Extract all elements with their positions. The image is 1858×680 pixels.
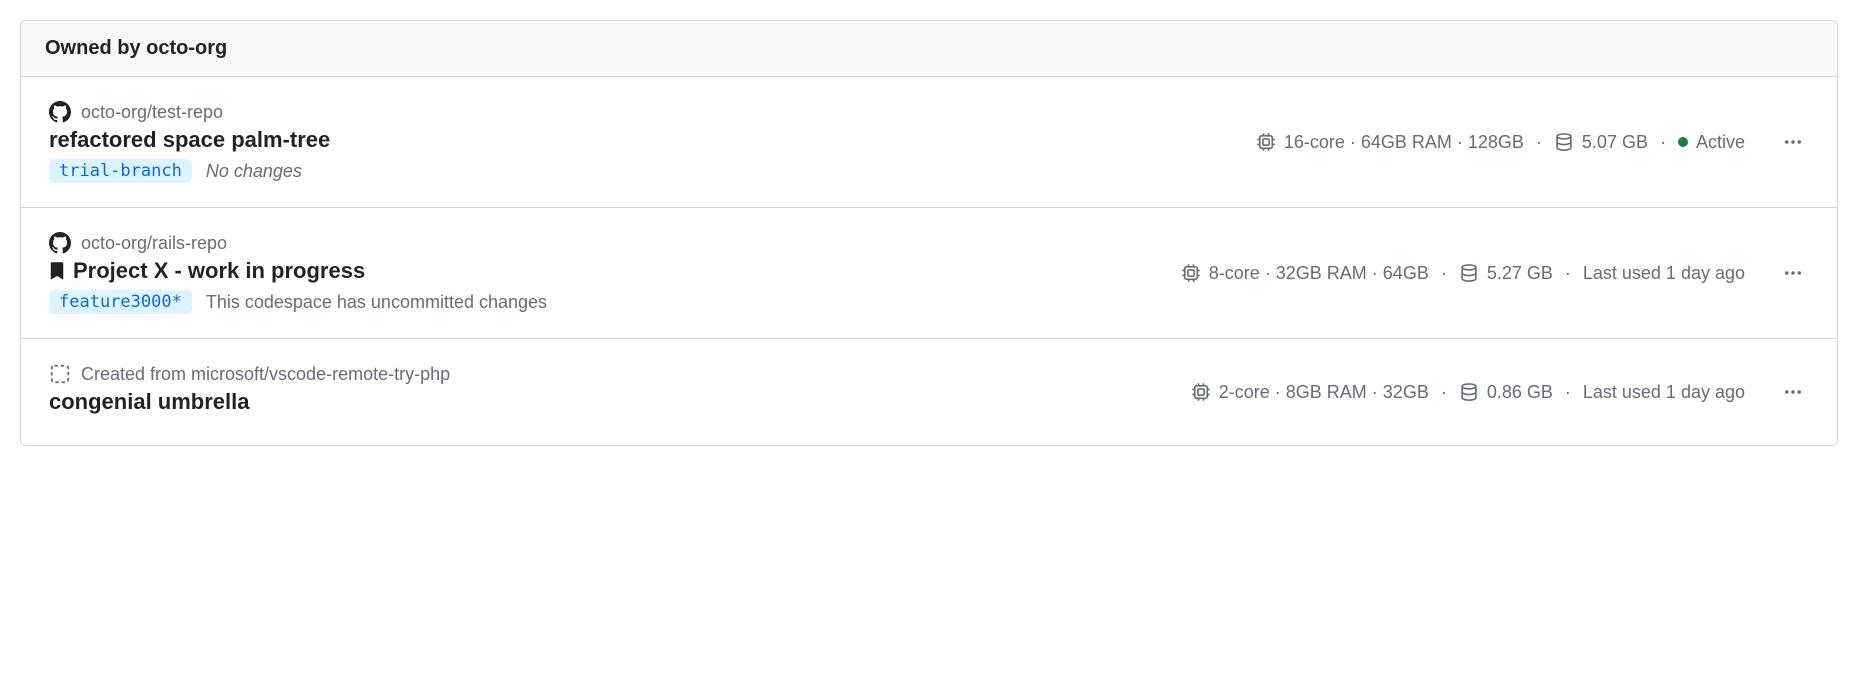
repo-name[interactable]: octo-org/test-repo xyxy=(81,102,223,123)
row-actions-button[interactable] xyxy=(1777,376,1809,408)
name-line: refactored space palm-tree xyxy=(49,127,1256,153)
repo-name[interactable]: Created from microsoft/vscode-remote-try… xyxy=(81,364,450,385)
repo-line: octo-org/test-repo xyxy=(49,101,1256,123)
status-text: Last used 1 day ago xyxy=(1583,263,1745,284)
repo-line: Created from microsoft/vscode-remote-try… xyxy=(49,363,1191,385)
branch-line: trial-branch No changes xyxy=(49,159,1256,183)
storage-text: 5.07 GB xyxy=(1582,132,1648,153)
cpu-icon xyxy=(1256,132,1276,152)
separator: · xyxy=(1441,382,1447,403)
codespace-row: octo-org/test-repo refactored space palm… xyxy=(21,77,1837,208)
row-right: 2-core · 8GB RAM · 32GB · 0.86 GB · Last… xyxy=(1191,376,1809,408)
row-actions-button[interactable] xyxy=(1777,126,1809,158)
storage-group: 5.27 GB xyxy=(1459,263,1553,284)
specs-group: 16-core · 64GB RAM · 128GB xyxy=(1256,132,1524,153)
separator: · xyxy=(1441,263,1447,284)
separator: · xyxy=(1565,263,1571,284)
specs-text: 2-core · 8GB RAM · 32GB xyxy=(1219,382,1429,403)
row-right: 8-core · 32GB RAM · 64GB · 5.27 GB · Las… xyxy=(1181,257,1809,289)
row-left: octo-org/test-repo refactored space palm… xyxy=(49,101,1256,183)
branch-line: feature3000* This codespace has uncommit… xyxy=(49,290,1181,314)
repo-line: octo-org/rails-repo xyxy=(49,232,1181,254)
changes-text: This codespace has uncommitted changes xyxy=(206,292,547,313)
codespace-row: Created from microsoft/vscode-remote-try… xyxy=(21,339,1837,445)
codespaces-panel: Owned by octo-org octo-org/test-repo ref… xyxy=(20,20,1838,446)
github-icon xyxy=(49,101,71,123)
panel-title: Owned by octo-org xyxy=(45,37,227,59)
cpu-icon xyxy=(1191,382,1211,402)
branch-badge[interactable]: trial-branch xyxy=(49,159,192,183)
storage-text: 5.27 GB xyxy=(1487,263,1553,284)
specs-group: 2-core · 8GB RAM · 32GB xyxy=(1191,382,1429,403)
row-left: Created from microsoft/vscode-remote-try… xyxy=(49,363,1191,421)
status-group: Last used 1 day ago xyxy=(1583,263,1745,284)
specs-text: 16-core · 64GB RAM · 128GB xyxy=(1284,132,1524,153)
row-left: octo-org/rails-repo Project X - work in … xyxy=(49,232,1181,314)
separator: · xyxy=(1536,132,1542,153)
database-icon xyxy=(1459,382,1479,402)
github-icon xyxy=(49,232,71,254)
storage-group: 5.07 GB xyxy=(1554,132,1648,153)
separator: · xyxy=(1565,382,1571,403)
changes-text: No changes xyxy=(206,161,302,182)
specs-text: 8-core · 32GB RAM · 64GB xyxy=(1209,263,1429,284)
database-icon xyxy=(1554,132,1574,152)
branch-badge[interactable]: feature3000* xyxy=(49,290,192,314)
status-text: Active xyxy=(1696,132,1745,153)
status-group: Last used 1 day ago xyxy=(1583,382,1745,403)
repo-name[interactable]: octo-org/rails-repo xyxy=(81,233,227,254)
status-group: Active xyxy=(1678,132,1745,153)
row-right: 16-core · 64GB RAM · 128GB · 5.07 GB · A… xyxy=(1256,126,1809,158)
codespace-name[interactable]: congenial umbrella xyxy=(49,389,250,415)
codespace-name[interactable]: refactored space palm-tree xyxy=(49,127,330,153)
status-dot-icon xyxy=(1678,137,1688,147)
database-icon xyxy=(1459,263,1479,283)
specs-group: 8-core · 32GB RAM · 64GB xyxy=(1181,263,1429,284)
storage-group: 0.86 GB xyxy=(1459,382,1553,403)
status-text: Last used 1 day ago xyxy=(1583,382,1745,403)
name-line: congenial umbrella xyxy=(49,389,1191,415)
bookmark-icon xyxy=(49,261,65,281)
template-icon xyxy=(49,363,71,385)
row-actions-button[interactable] xyxy=(1777,257,1809,289)
codespace-row: octo-org/rails-repo Project X - work in … xyxy=(21,208,1837,339)
codespace-name[interactable]: Project X - work in progress xyxy=(73,258,365,284)
cpu-icon xyxy=(1181,263,1201,283)
panel-header: Owned by octo-org xyxy=(21,21,1837,77)
name-line: Project X - work in progress xyxy=(49,258,1181,284)
separator: · xyxy=(1660,132,1666,153)
storage-text: 0.86 GB xyxy=(1487,382,1553,403)
